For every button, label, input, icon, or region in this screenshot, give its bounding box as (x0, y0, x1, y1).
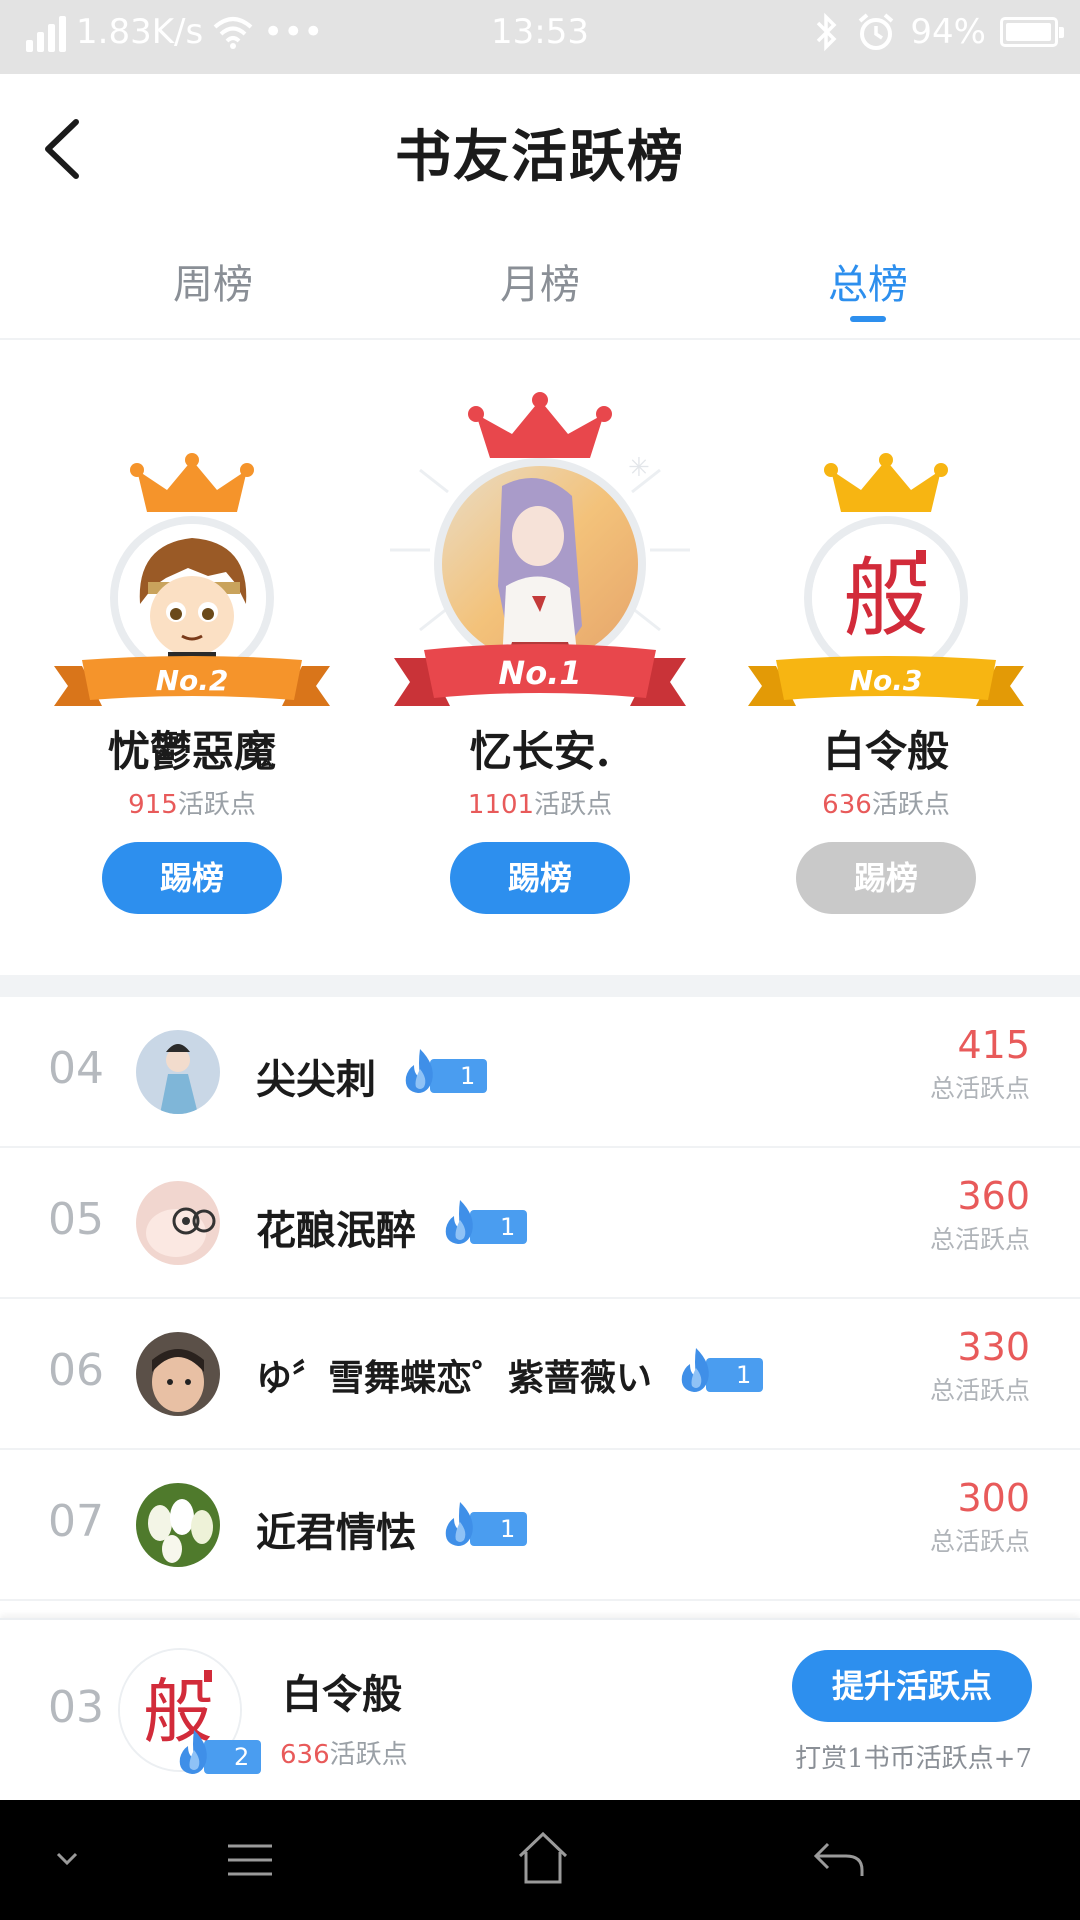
score: 300 总活跃点 (929, 1476, 1030, 1556)
fire-level-badge: 1 (676, 1348, 764, 1392)
podium: No.2 忧鬱惡魔 915活跃点 踢榜 ✳ No.1 忆长安. 1101活跃点 … (0, 340, 1080, 975)
avatar[interactable] (118, 524, 266, 672)
user-name-row: 尖尖刺 1 (256, 1047, 488, 1105)
flame-icon (445, 1502, 473, 1546)
reward-hint: 打赏1书币活跃点+7 (795, 1744, 1032, 1774)
fire-level-badge: 2 (174, 1730, 262, 1774)
rank-number: 06 (48, 1345, 104, 1396)
menu-icon[interactable] (224, 1838, 276, 1882)
rank-badge-label: No.1 (498, 654, 581, 692)
score: 415 总活跃点 (929, 1023, 1030, 1103)
battery-icon (1000, 17, 1064, 47)
score: 330 总活跃点 (929, 1325, 1030, 1405)
user-name: 花酿泯醉 (256, 1207, 416, 1254)
rank-number: 05 (48, 1194, 104, 1245)
crown-icon (824, 453, 948, 512)
rank-badge-label: No.2 (156, 664, 229, 697)
podium-slot-2: No.2 忧鬱惡魔 915活跃点 踢榜 (42, 340, 342, 975)
battery-percent: 94% (910, 12, 986, 52)
my-avatar[interactable]: 般 2 (118, 1648, 262, 1774)
rank-ribbon: No.1 (394, 644, 686, 706)
list-item[interactable]: 05 花酿泯醉 1 360 总活跃点 (0, 1148, 1080, 1299)
rank-badge-label: No.3 (850, 664, 923, 697)
user-name: 近君情怯 (256, 1509, 416, 1556)
avatar[interactable] (136, 1181, 220, 1265)
user-name: 尖尖刺 (256, 1056, 376, 1103)
alarm-icon (859, 13, 894, 50)
tab-weekly[interactable]: 周榜 (113, 252, 313, 310)
flame-icon (445, 1200, 473, 1244)
rank-list: 04 尖尖刺 1 415 总活跃点 05 花酿泯醉 1 360 总活跃点 06 … (0, 997, 1080, 1601)
podium-points: 636活跃点 (822, 790, 950, 820)
list-item[interactable]: 07 近君情怯 1 300 总活跃点 (0, 1450, 1080, 1601)
my-rank-number: 03 (48, 1682, 104, 1733)
fire-level-badge: 1 (400, 1049, 488, 1093)
list-item[interactable]: 06 ゆ〞雪舞蝶恋゜紫蔷薇い 1 330 总活跃点 (0, 1299, 1080, 1450)
podium-slot-3: 般 No.3 白令般 636活跃点 踢榜 (736, 340, 1036, 975)
user-name-row: 近君情怯 1 (256, 1500, 528, 1558)
kick-button[interactable]: 踢榜 (450, 842, 630, 914)
my-points: 636活跃点 (280, 1740, 408, 1770)
avatar[interactable] (136, 1483, 220, 1567)
status-bar: 1.83K/s ••• 13:53 94% (0, 0, 1080, 74)
bluetooth-icon (817, 12, 837, 52)
back-icon[interactable] (812, 1838, 866, 1882)
podium-points: 1101活跃点 (467, 790, 613, 820)
user-name: ゆ〞雪舞蝶恋゜紫蔷薇い (256, 1357, 653, 1399)
list-item[interactable]: 04 尖尖刺 1 415 总活跃点 (0, 997, 1080, 1148)
avatar[interactable] (136, 1332, 220, 1416)
rank-ribbon: No.2 (54, 656, 330, 706)
score: 360 总活跃点 (929, 1174, 1030, 1254)
flame-icon (405, 1049, 433, 1093)
podium-name: 忆长安. (469, 727, 611, 776)
avatar[interactable]: 般 (812, 524, 960, 672)
kick-button[interactable]: 踢榜 (102, 842, 282, 914)
tab-monthly[interactable]: 月榜 (440, 252, 640, 310)
avatar[interactable] (136, 1030, 220, 1114)
boost-activity-button[interactable]: 提升活跃点 (792, 1650, 1032, 1722)
user-name-row: ゆ〞雪舞蝶恋゜紫蔷薇い 1 (256, 1348, 764, 1401)
tab-bar: 周榜 月榜 总榜 (0, 240, 1080, 340)
chevron-down-icon[interactable] (52, 1844, 82, 1874)
kick-button-disabled: 踢榜 (796, 842, 976, 914)
flame-icon (681, 1348, 709, 1392)
podium-slot-1: ✳ No.1 忆长安. 1101活跃点 踢榜 (390, 340, 690, 975)
avatar[interactable] (442, 466, 638, 662)
flame-icon (179, 1730, 207, 1774)
crown-icon (468, 392, 612, 458)
page-title: 书友活跃榜 (395, 124, 685, 190)
rank-number: 04 (48, 1043, 104, 1094)
rank-number: 07 (48, 1496, 104, 1547)
section-divider (0, 975, 1080, 997)
user-name-row: 花酿泯醉 1 (256, 1198, 528, 1256)
podium-points: 915活跃点 (128, 790, 256, 820)
rank-ribbon: No.3 (748, 656, 1024, 706)
fire-level-badge: 1 (440, 1200, 528, 1244)
home-icon[interactable] (516, 1830, 570, 1886)
system-nav-bar (0, 1800, 1080, 1920)
tab-total[interactable]: 总榜 (768, 252, 968, 310)
podium-name: 忧鬱惡魔 (107, 727, 276, 776)
fire-level-badge: 1 (440, 1502, 528, 1546)
header: 书友活跃榜 (0, 74, 1080, 226)
active-tab-indicator (850, 316, 886, 322)
crown-icon (130, 453, 254, 512)
my-rank-bar: 03 般 2 白令般 636活跃点 提升活跃点 打赏1书币活跃点+7 (0, 1618, 1080, 1800)
my-name: 白令般 (282, 1671, 402, 1718)
podium-name: 白令般 (822, 727, 949, 776)
